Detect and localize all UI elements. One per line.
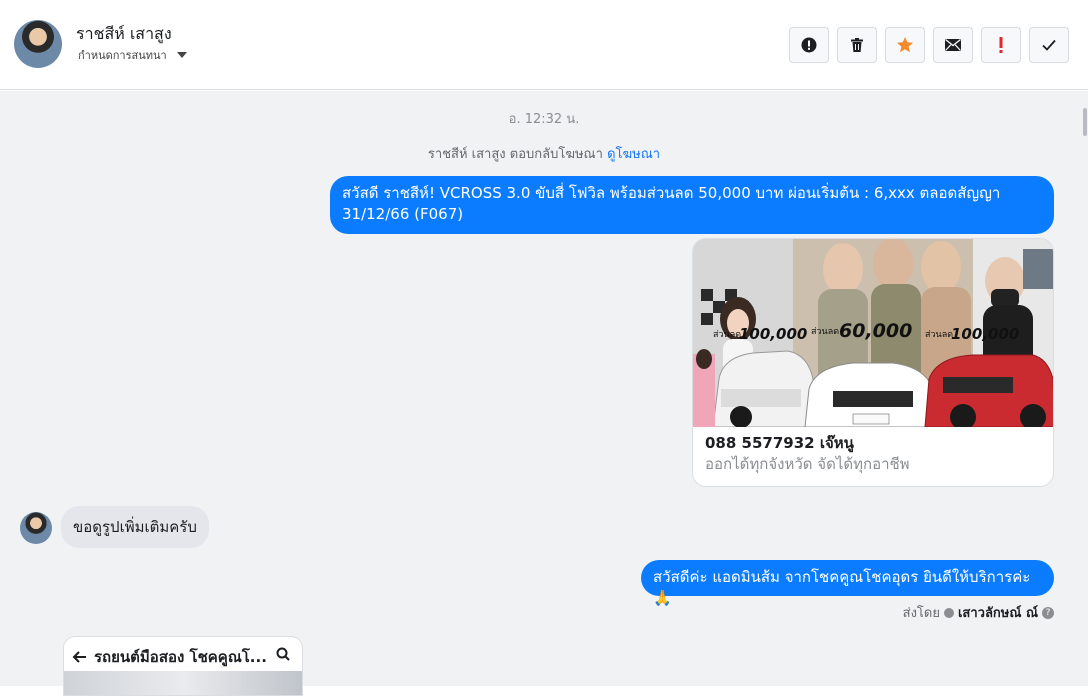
alert-icon [801, 37, 817, 53]
ad-discount-left: 100,000 [739, 325, 807, 343]
search-icon [276, 647, 290, 661]
mail-icon [945, 38, 961, 51]
incoming-message[interactable]: ขอดูรูปเพิ่มเติมครับ [61, 506, 209, 548]
ad-discount-right: 100,000 [951, 325, 1019, 343]
scrollbar-thumb[interactable] [1083, 108, 1087, 136]
scrollbar[interactable] [1080, 91, 1088, 686]
sent-by-agent[interactable]: เสาวลักษณ์ ณ์ [958, 602, 1038, 623]
trash-icon [851, 38, 863, 52]
sender-avatar [20, 512, 52, 544]
report-button[interactable] [789, 27, 829, 63]
assign-conversation-dropdown[interactable]: กำหนดการสนทนา [78, 46, 187, 64]
ad-reply-note: ราชสีห์ เสาสูง ตอบกลับโฆษณา ดูโฆษณา [0, 143, 1088, 164]
contact-avatar[interactable] [14, 20, 62, 68]
outgoing-message[interactable]: สวัสดี ราชสีห์! VCROSS 3.0 ขับสี่ โฟวิล … [330, 176, 1054, 234]
verified-icon [943, 607, 954, 618]
mark-done-button[interactable] [1029, 27, 1069, 63]
preview-nav-bar: รถยนต์มือสอง โชคคูณโ... [72, 645, 267, 669]
message-thread[interactable]: อ. 12:32 น. ราชสีห์ เสาสูง ตอบกลับโฆษณา … [0, 91, 1088, 696]
mark-unread-button[interactable] [933, 27, 973, 63]
preview-image [64, 671, 302, 695]
ad-discount-prefix-mid: ส่วนลด [811, 327, 839, 337]
ad-subtitle: ออกได้ทุกจังหวัด จัดได้ทุกอาชีพ [705, 455, 910, 473]
ad-discount-prefix-left: ส่วนลด [713, 330, 741, 340]
conversation-toolbar [789, 27, 1069, 63]
help-icon[interactable]: ? [1042, 606, 1054, 619]
arrow-left-icon [72, 651, 86, 663]
ad-discount-prefix-right: ส่วนลด [925, 330, 953, 340]
image-preview-card[interactable]: รถยนต์มือสอง โชคคูณโ... [63, 636, 303, 696]
preview-title: รถยนต์มือสอง โชคคูณโ... [94, 648, 267, 666]
caret-down-icon [176, 52, 187, 58]
contact-name[interactable]: ราชสีห์ เสาสูง [76, 22, 172, 47]
outgoing-message-2[interactable]: สวัสดีค่ะ แอดมินส้ม จากโชคคูณโชคอุดร ยิน… [641, 560, 1054, 607]
mark-important-button[interactable] [981, 27, 1021, 63]
sent-by-label: ส่งโดย [902, 606, 940, 621]
assign-label: กำหนดการสนทนา [78, 49, 167, 62]
conversation-header: ราชสีห์ เสาสูง กำหนดการสนทนา [0, 0, 1088, 90]
ad-preview-card[interactable]: ส่วนลด 100,000 ส่วนลด 60,000 ส่วนลด 100,… [692, 238, 1054, 487]
delete-button[interactable] [837, 27, 877, 63]
ad-reply-text: ราชสีห์ เสาสูง ตอบกลับโฆษณา [427, 147, 603, 162]
check-icon [1042, 39, 1056, 51]
ad-discount-mid: 60,000 [839, 320, 912, 342]
star-icon [897, 37, 913, 53]
view-ad-link[interactable]: ดูโฆษณา [607, 147, 660, 162]
exclamation-icon [999, 37, 1003, 53]
sent-by-info: ส่งโดย เสาวลักษณ์ ณ์ ? [903, 602, 1054, 623]
message-timestamp: อ. 12:32 น. [508, 112, 580, 127]
ad-image[interactable]: ส่วนลด 100,000 ส่วนลด 60,000 ส่วนลด 100,… [693, 239, 1053, 427]
star-button[interactable] [885, 27, 925, 63]
